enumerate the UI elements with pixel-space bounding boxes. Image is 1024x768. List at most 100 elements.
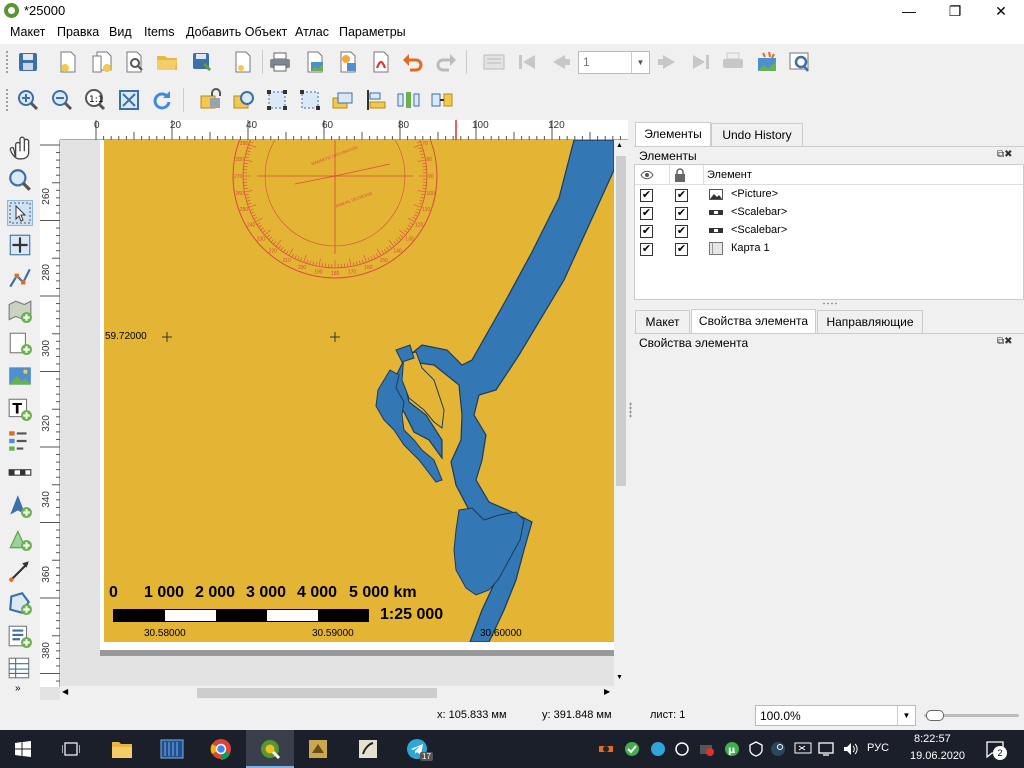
pan-hand-icon[interactable]: [7, 135, 33, 161]
lock-checkbox[interactable]: ✔: [675, 225, 688, 238]
atlas-page-select[interactable]: 1 ▼: [578, 51, 650, 74]
export-image-icon[interactable]: [303, 50, 327, 74]
unlock-items-icon[interactable]: [231, 88, 255, 112]
taskbar-file-explorer[interactable]: [98, 730, 146, 768]
zoom-actual-icon[interactable]: 1:1: [83, 88, 107, 112]
atlas-preview-icon[interactable]: [482, 50, 506, 74]
edit-nodes-icon[interactable]: [7, 265, 33, 291]
add-html-icon[interactable]: [7, 623, 33, 649]
panel-float-close-icon[interactable]: ⧉✖: [997, 149, 1013, 160]
list-item[interactable]: ✔ ✔ <Picture>: [635, 186, 1023, 204]
zoom-out-icon[interactable]: [50, 88, 74, 112]
menu-edit[interactable]: Правка: [57, 25, 99, 39]
windows-start-icon[interactable]: [15, 741, 31, 757]
add-shape-icon[interactable]: [7, 526, 33, 552]
list-item[interactable]: ✔ ✔ Карта 1: [635, 240, 1023, 258]
align-items-icon[interactable]: [364, 88, 388, 112]
new-report-icon[interactable]: [231, 50, 255, 74]
tray-network-icon[interactable]: [818, 741, 834, 757]
vertical-ruler[interactable]: 260 280 300 320 340 360 380: [40, 140, 60, 687]
scroll-up-icon[interactable]: ▲: [616, 142, 623, 149]
add-north-arrow-icon[interactable]: [7, 493, 33, 519]
zoom-tool-icon[interactable]: [7, 167, 33, 193]
atlas-settings-icon[interactable]: [787, 50, 811, 74]
menu-settings[interactable]: Параметры: [339, 25, 406, 39]
taskbar-qgis[interactable]: [246, 730, 294, 768]
previous-feature-icon[interactable]: [549, 50, 573, 74]
export-pdf-icon[interactable]: [369, 50, 393, 74]
menu-layout[interactable]: Макет: [10, 25, 45, 39]
print-atlas-icon[interactable]: [721, 50, 745, 74]
resize-items-icon[interactable]: [430, 88, 454, 112]
new-layout-icon[interactable]: [56, 50, 80, 74]
tray-telegram-icon[interactable]: [650, 741, 666, 757]
menu-items[interactable]: Items: [144, 25, 175, 39]
add-map-icon[interactable]: [7, 298, 33, 324]
lock-checkbox[interactable]: ✔: [675, 243, 688, 256]
add-scalebar-icon[interactable]: [7, 460, 33, 486]
dock-splitter-handle[interactable]: [629, 402, 632, 418]
tray-check-icon[interactable]: [624, 741, 640, 757]
distribute-items-icon[interactable]: [396, 88, 420, 112]
horizontal-scrollbar[interactable]: ◀ ▶: [60, 686, 628, 700]
raise-items-icon[interactable]: [331, 88, 355, 112]
more-tools-chevron-icon[interactable]: »: [15, 683, 21, 694]
redo-icon[interactable]: [434, 50, 458, 74]
ungroup-items-icon[interactable]: [298, 88, 322, 112]
tab-undo-history[interactable]: Undo History: [711, 123, 803, 147]
taskbar-app-calc[interactable]: [148, 730, 196, 768]
lock-checkbox[interactable]: ✔: [675, 207, 688, 220]
scroll-down-icon[interactable]: ▼: [616, 674, 623, 681]
tab-guides[interactable]: Направляющие: [817, 310, 923, 334]
add-polygon-icon[interactable]: [7, 590, 33, 616]
visibility-checkbox[interactable]: ✔: [640, 207, 653, 220]
next-feature-icon[interactable]: [655, 50, 679, 74]
tray-cloud-icon[interactable]: [698, 741, 714, 757]
language-indicator[interactable]: РУС: [867, 742, 889, 754]
scrollbar-thumb[interactable]: [197, 688, 437, 698]
add-label-icon[interactable]: T: [7, 396, 33, 422]
tab-items[interactable]: Элементы: [635, 122, 711, 147]
add-picture-icon[interactable]: [7, 363, 33, 389]
tray-utorrent-icon[interactable]: µ: [724, 741, 740, 757]
visibility-checkbox[interactable]: ✔: [640, 189, 653, 202]
taskbar-app-editor[interactable]: [344, 730, 392, 768]
list-item[interactable]: ✔ ✔ <Scalebar>: [635, 222, 1023, 240]
horizontal-ruler[interactable]: 0 20 40 60 80 100 120: [60, 120, 628, 140]
move-content-icon[interactable]: [7, 232, 33, 258]
add-attribute-table-icon[interactable]: [7, 655, 33, 681]
last-feature-icon[interactable]: [689, 50, 713, 74]
chevron-down-icon[interactable]: ▼: [631, 52, 649, 73]
zoom-in-icon[interactable]: [16, 88, 40, 112]
open-folder-icon[interactable]: [155, 50, 179, 74]
tray-shield-icon[interactable]: [748, 741, 764, 757]
clock-time[interactable]: 8:22:57: [914, 733, 951, 745]
taskbar-telegram[interactable]: 17: [393, 730, 441, 768]
visibility-checkbox[interactable]: ✔: [640, 225, 653, 238]
scroll-right-icon[interactable]: ▶: [604, 687, 610, 696]
tray-steam-icon[interactable]: [770, 741, 786, 757]
tab-layout[interactable]: Макет: [635, 310, 690, 334]
splitter-handle[interactable]: [822, 302, 838, 305]
close-button[interactable]: ✕: [978, 0, 1024, 22]
select-move-item-icon[interactable]: [7, 200, 33, 226]
vertical-scrollbar[interactable]: ▲ ▼: [614, 140, 628, 686]
scrollbar-thumb[interactable]: [616, 156, 626, 486]
duplicate-layout-icon[interactable]: [90, 50, 114, 74]
zoom-combobox[interactable]: 100.0% ▼: [755, 705, 916, 726]
print-icon[interactable]: [268, 50, 292, 74]
toolbar-grip[interactable]: [5, 88, 9, 112]
menu-view[interactable]: Вид: [109, 25, 132, 39]
maximize-button[interactable]: ❐: [932, 0, 978, 22]
export-svg-icon[interactable]: [336, 50, 360, 74]
list-item[interactable]: ✔ ✔ <Scalebar>: [635, 204, 1023, 222]
clock-date[interactable]: 19.06.2020: [910, 750, 965, 762]
undo-icon[interactable]: [401, 50, 425, 74]
layout-manager-icon[interactable]: [122, 50, 146, 74]
lock-items-icon[interactable]: [198, 88, 222, 112]
menu-atlas[interactable]: Атлас: [295, 25, 329, 39]
first-feature-icon[interactable]: [515, 50, 539, 74]
menu-add-item[interactable]: Добавить Объект: [186, 25, 287, 39]
zoom-full-icon[interactable]: [117, 88, 141, 112]
lock-checkbox[interactable]: ✔: [675, 189, 688, 202]
